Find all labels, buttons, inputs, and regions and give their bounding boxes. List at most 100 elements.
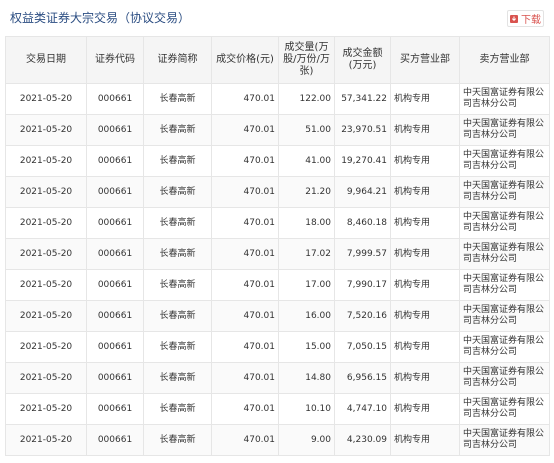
cell-date: 2021-05-20 [5,331,87,363]
cell-name: 长春高新 [143,145,212,177]
cell-amount: 8,460.18 [334,207,391,239]
table-row: 2021-05-20 000661 长春高新 470.01 41.00 19,270.41… [5,145,550,177]
cell-amount: 4,230.09 [334,424,391,456]
cell-date: 2021-05-20 [5,300,87,332]
table-row: 2021-05-20 000661 长春高新 470.01 10.10 4,747.10 机… [5,393,550,425]
cell-volume: 41.00 [278,145,335,177]
table-row: 2021-05-20 000661 长春高新 470.01 17.02 7,999.57 机… [5,238,550,270]
cell-seller: 中天国富证券有限公司吉林分公司 [459,145,550,177]
col-header-date: 交易日期 [5,36,87,84]
col-header-buyer: 买方营业部 [390,36,460,84]
cell-date: 2021-05-20 [5,424,87,456]
cell-name: 长春高新 [143,207,212,239]
cell-price: 470.01 [211,362,279,394]
cell-buyer: 机构专用 [390,393,460,425]
table-row: 2021-05-20 000661 长春高新 470.01 51.00 23,970.51… [5,114,550,146]
cell-date: 2021-05-20 [5,207,87,239]
page-title: 权益类证券大宗交易（协议交易） [10,11,191,25]
cell-seller: 中天国富证券有限公司吉林分公司 [459,393,550,425]
cell-amount: 7,520.16 [334,300,391,332]
cell-name: 长春高新 [143,393,212,425]
col-header-name: 证券简称 [143,36,212,84]
cell-seller: 中天国富证券有限公司吉林分公司 [459,331,550,363]
cell-code: 000661 [86,424,144,456]
cell-amount: 6,956.15 [334,362,391,394]
cell-name: 长春高新 [143,331,212,363]
cell-code: 000661 [86,83,144,115]
cell-name: 长春高新 [143,114,212,146]
cell-volume: 18.00 [278,207,335,239]
table-row: 2021-05-20 000661 长春高新 470.01 16.00 7,520.16 机… [5,300,550,332]
download-button[interactable]: 下载 [507,10,544,27]
cell-amount: 7,050.15 [334,331,391,363]
cell-buyer: 机构专用 [390,424,460,456]
cell-seller: 中天国富证券有限公司吉林分公司 [459,300,550,332]
cell-seller: 中天国富证券有限公司吉林分公司 [459,83,550,115]
cell-price: 470.01 [211,300,279,332]
table-row: 2021-05-20 000661 长春高新 470.01 21.20 9,964.21 机… [5,176,550,208]
cell-volume: 17.02 [278,238,335,270]
cell-amount: 9,964.21 [334,176,391,208]
cell-name: 长春高新 [143,424,212,456]
cell-buyer: 机构专用 [390,176,460,208]
cell-buyer: 机构专用 [390,207,460,239]
cell-buyer: 机构专用 [390,83,460,115]
cell-volume: 10.10 [278,393,335,425]
cell-volume: 15.00 [278,331,335,363]
cell-date: 2021-05-20 [5,83,87,115]
cell-date: 2021-05-20 [5,393,87,425]
cell-seller: 中天国富证券有限公司吉林分公司 [459,207,550,239]
table-row: 2021-05-20 000661 长春高新 470.01 17.00 7,990.17 机… [5,269,550,301]
cell-code: 000661 [86,114,144,146]
cell-amount: 19,270.41 [334,145,391,177]
page-header: 权益类证券大宗交易（协议交易） 下载 [0,0,554,34]
cell-price: 470.01 [211,393,279,425]
cell-name: 长春高新 [143,176,212,208]
cell-buyer: 机构专用 [390,331,460,363]
cell-name: 长春高新 [143,238,212,270]
cell-price: 470.01 [211,424,279,456]
cell-name: 长春高新 [143,269,212,301]
cell-code: 000661 [86,176,144,208]
cell-volume: 16.00 [278,300,335,332]
cell-amount: 7,999.57 [334,238,391,270]
table-header-row: 交易日期 证券代码 证券简称 成交价格(元) 成交量(万股/万份/万张) 成交金… [5,36,550,84]
table-row: 2021-05-20 000661 长春高新 470.01 15.00 7,050.15 机… [5,331,550,363]
cell-seller: 中天国富证券有限公司吉林分公司 [459,424,550,456]
cell-date: 2021-05-20 [5,238,87,270]
col-header-price: 成交价格(元) [211,36,279,84]
cell-date: 2021-05-20 [5,114,87,146]
table-row: 2021-05-20 000661 长春高新 470.01 18.00 8,460.18 机… [5,207,550,239]
cell-amount: 4,747.10 [334,393,391,425]
cell-date: 2021-05-20 [5,269,87,301]
cell-name: 长春高新 [143,83,212,115]
table-row: 2021-05-20 000661 长春高新 470.01 122.00 57,341.2… [5,83,550,115]
cell-price: 470.01 [211,269,279,301]
cell-code: 000661 [86,393,144,425]
cell-price: 470.01 [211,331,279,363]
cell-buyer: 机构专用 [390,300,460,332]
cell-volume: 122.00 [278,83,335,115]
cell-code: 000661 [86,207,144,239]
cell-date: 2021-05-20 [5,176,87,208]
cell-buyer: 机构专用 [390,238,460,270]
cell-volume: 21.20 [278,176,335,208]
cell-date: 2021-05-20 [5,362,87,394]
cell-buyer: 机构专用 [390,362,460,394]
download-icon [510,14,518,23]
cell-seller: 中天国富证券有限公司吉林分公司 [459,114,550,146]
cell-buyer: 机构专用 [390,269,460,301]
cell-name: 长春高新 [143,362,212,394]
cell-code: 000661 [86,362,144,394]
cell-buyer: 机构专用 [390,145,460,177]
cell-price: 470.01 [211,83,279,115]
col-header-code: 证券代码 [86,36,144,84]
cell-price: 470.01 [211,145,279,177]
block-trade-table: 交易日期 证券代码 证券简称 成交价格(元) 成交量(万股/万份/万张) 成交金… [5,36,550,456]
cell-price: 470.01 [211,114,279,146]
cell-seller: 中天国富证券有限公司吉林分公司 [459,269,550,301]
cell-volume: 9.00 [278,424,335,456]
col-header-seller: 卖方营业部 [459,36,550,84]
cell-date: 2021-05-20 [5,145,87,177]
col-header-amount: 成交金额(万元) [334,36,391,84]
